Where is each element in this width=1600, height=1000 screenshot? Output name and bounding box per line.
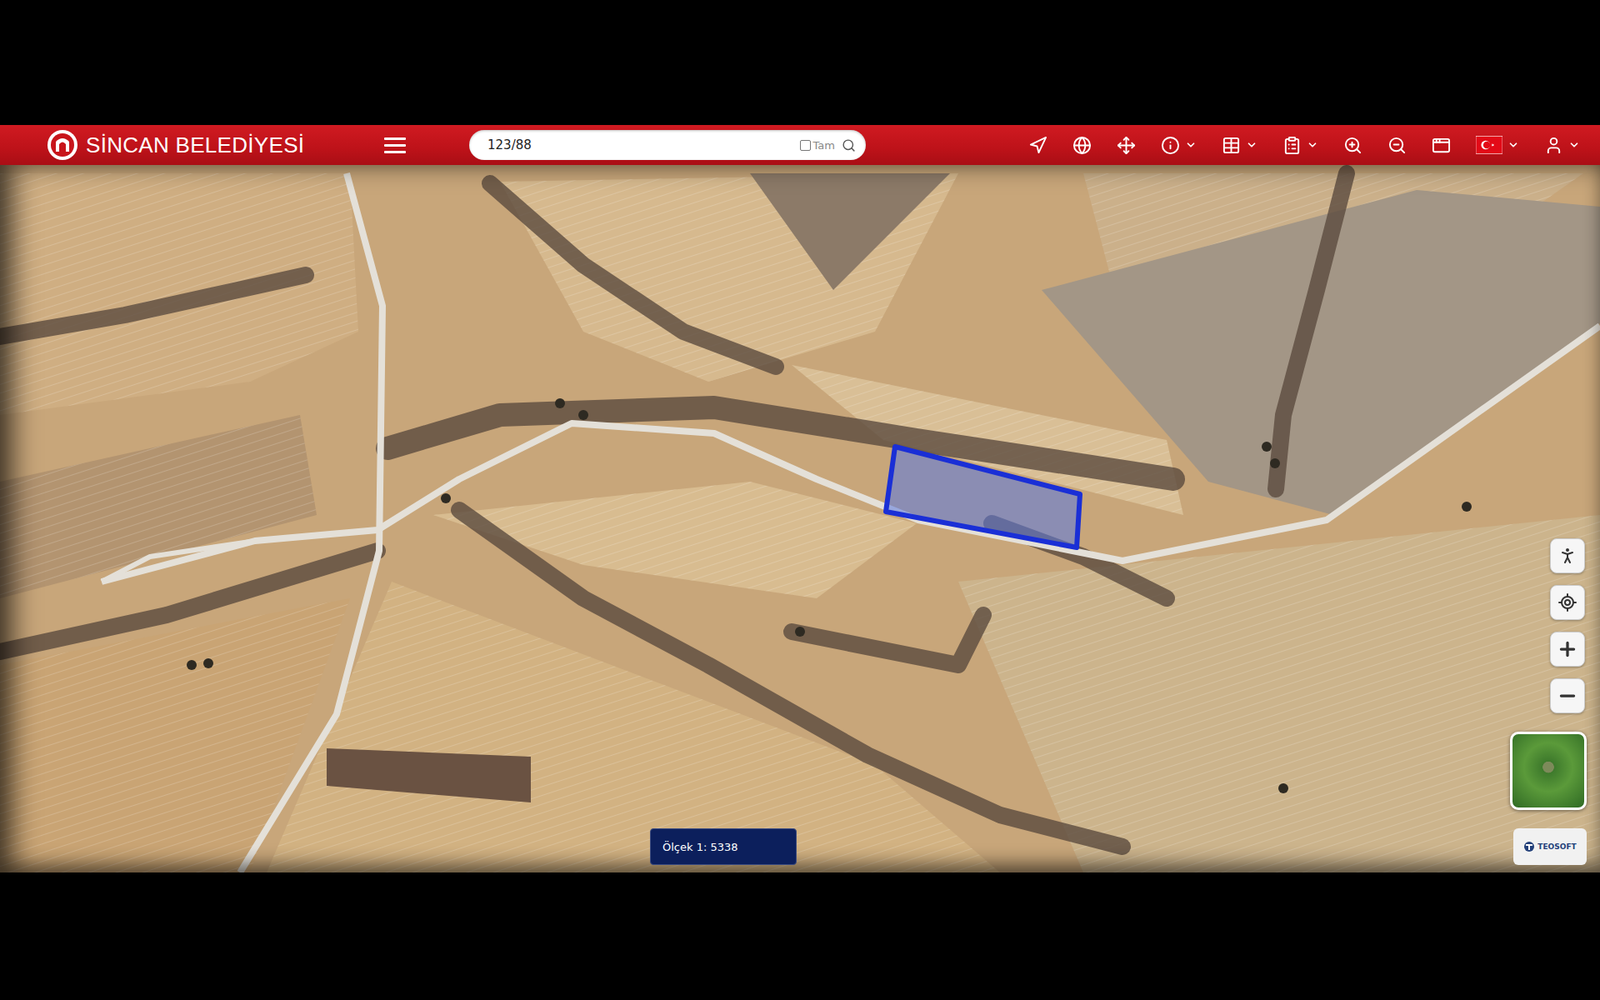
gully <box>387 407 1174 480</box>
teosoft-logo-icon <box>1523 840 1535 853</box>
move-icon <box>1116 135 1136 155</box>
toolbar-button[interactable] <box>1157 132 1200 159</box>
chevron-down-icon <box>1306 139 1319 151</box>
toolbar: SİNCAN BELEDİYESİ 123/88 Tam <box>0 125 1600 165</box>
toolbar-button[interactable] <box>1340 132 1366 159</box>
tree <box>203 658 214 669</box>
clipboard-icon <box>1282 135 1302 155</box>
navigate-icon <box>1028 135 1048 155</box>
field <box>750 173 950 290</box>
toolbar-button[interactable] <box>1113 132 1140 159</box>
menu-bar <box>384 144 406 147</box>
info-icon <box>1160 135 1180 155</box>
zoom-in-button[interactable] <box>1550 631 1585 667</box>
search-box[interactable]: 123/88 Tam <box>469 130 866 160</box>
chevron-down-icon <box>1245 139 1258 151</box>
logo-text: SİNCAN BELEDİYESİ <box>85 132 305 159</box>
gully <box>1275 173 1347 490</box>
road <box>101 325 1600 582</box>
basemap-switcher[interactable] <box>1510 731 1587 810</box>
road <box>101 541 250 582</box>
top-black-band <box>0 0 1600 125</box>
chevron-down-icon <box>1507 139 1520 151</box>
map[interactable]: Ölçek 1: 5338 TEOSOFT <box>0 165 1600 873</box>
tree <box>1461 501 1472 512</box>
scale-box: Ölçek 1: 5338 <box>650 828 797 865</box>
user-icon <box>1544 135 1564 155</box>
street-view-button[interactable] <box>1550 538 1585 574</box>
satellite-map[interactable] <box>0 165 1600 873</box>
parcel-polygon[interactable] <box>885 446 1080 548</box>
locate-icon <box>1557 592 1578 613</box>
tree <box>440 493 451 504</box>
tree <box>795 626 805 637</box>
field <box>0 173 359 415</box>
menu-bar <box>384 137 406 140</box>
window-icon <box>1431 135 1451 155</box>
road <box>240 173 383 873</box>
field <box>326 748 531 803</box>
menu-bar <box>384 150 406 154</box>
zoom-out-button[interactable] <box>1550 678 1585 714</box>
globe-icon <box>1072 135 1092 155</box>
turkish-flag-icon <box>1475 135 1503 155</box>
tree <box>578 410 589 420</box>
chevron-down-icon <box>1568 139 1580 151</box>
chevron-down-icon <box>1185 139 1197 151</box>
tree <box>555 398 565 409</box>
attribution[interactable]: TEOSOFT <box>1513 828 1587 865</box>
checkbox-label: Tam <box>813 139 835 152</box>
toolbar-button[interactable] <box>1428 132 1455 159</box>
toolbar-button[interactable] <box>1540 132 1584 159</box>
gully <box>0 275 306 337</box>
map-ground <box>0 165 1600 873</box>
scale-label: Ölçek 1: 5338 <box>662 840 739 854</box>
tree <box>1261 441 1272 452</box>
search-icon[interactable] <box>841 138 856 153</box>
map-vignette <box>0 165 1600 873</box>
field <box>0 415 317 599</box>
page: SİNCAN BELEDİYESİ 123/88 Tam Ölçek 1: 5338 T… <box>0 0 1600 1000</box>
municipality-logo-icon <box>45 128 80 162</box>
gully <box>459 510 1123 847</box>
zoom-out-icon <box>1387 135 1407 155</box>
toolbar-button[interactable] <box>1025 132 1051 159</box>
gully <box>490 183 776 367</box>
plus-icon <box>1556 638 1579 660</box>
logo[interactable]: SİNCAN BELEDİYESİ <box>45 128 380 162</box>
person-icon <box>1557 545 1578 566</box>
exact-checkbox[interactable]: Tam <box>800 139 835 152</box>
toolbar-button[interactable] <box>1279 132 1322 159</box>
menu-button[interactable] <box>379 132 411 159</box>
tree <box>1278 783 1289 794</box>
checkbox-box[interactable] <box>800 140 811 151</box>
tree <box>1270 458 1280 469</box>
bottom-black-band <box>0 872 1600 1000</box>
gully <box>791 615 984 665</box>
toolbar-button[interactable] <box>1069 132 1095 159</box>
toolbar-button[interactable] <box>1218 132 1261 159</box>
locate-button[interactable] <box>1550 585 1585 620</box>
gully <box>0 550 378 652</box>
tool-group <box>1025 132 1584 159</box>
toolbar-button[interactable] <box>1384 132 1410 159</box>
tree <box>186 660 197 670</box>
minus-icon <box>1556 685 1579 707</box>
attribution-text: TEOSOFT <box>1537 842 1576 851</box>
table-icon <box>1221 135 1241 155</box>
zoom-in-icon <box>1343 135 1363 155</box>
map-controls <box>1550 538 1585 714</box>
field <box>958 515 1600 873</box>
toolbar-button[interactable] <box>1472 132 1523 158</box>
search-value[interactable]: 123/88 <box>487 137 794 153</box>
